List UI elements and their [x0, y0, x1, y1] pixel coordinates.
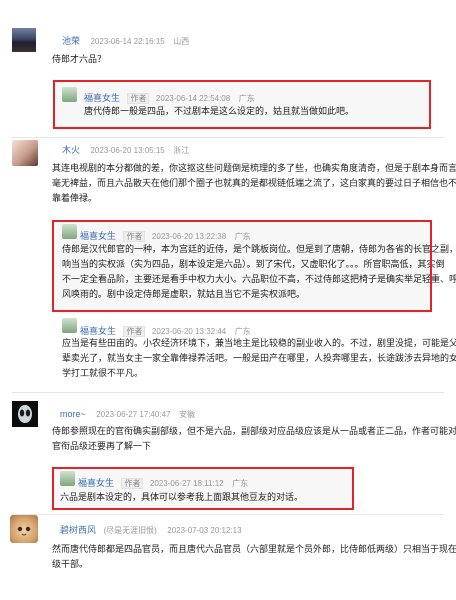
reply-text-line: 应当是有些田亩的。小农经济环境下，兼当地主是比较稳的副业收入的。不过，剧里没提，… — [62, 338, 456, 348]
comment-header: more~ 2023-06-27 17:40:47 安徽 — [60, 404, 195, 422]
comment-header: 碧树西风 (尽是无涯旧恨) 2023-07-03 20:12:13 — [60, 520, 242, 538]
avatar[interactable] — [12, 401, 38, 427]
cat-face-icon — [17, 526, 31, 536]
alien-head-icon — [18, 405, 32, 423]
comment-text-line: 毫无裨益，而且六品散天在他们那个圈子也就真的是都视链低端之流了，这白家真的要过日… — [52, 178, 456, 188]
avatar[interactable] — [12, 28, 36, 52]
avatar[interactable] — [62, 318, 77, 333]
comment-text-line: 级干部。 — [52, 559, 89, 569]
comment-header: 池荣 2023-06-14 22:16:15 山西 — [62, 31, 189, 49]
comment-user[interactable]: 池荣 — [62, 36, 80, 46]
comment-text-line: 侍郎参照现在的官衔确实副部级，但不是六品，副部级对应品级应该是从一品或者正二品，… — [52, 426, 456, 436]
comment-user[interactable]: 碧树西风 — [60, 525, 96, 535]
comment-location: 山西 — [173, 37, 190, 46]
avatar[interactable] — [12, 140, 38, 166]
reply-text-line: 学打工就很不平凡。 — [62, 368, 144, 378]
highlight-box — [53, 80, 431, 129]
avatar[interactable] — [10, 515, 38, 543]
comment-header: 木火 2023-06-20 13:05:15 浙江 — [62, 140, 189, 158]
comment-text-line: 官衔品级还要再了解一下 — [52, 441, 152, 451]
reply-time: 2023-06-20 13:32:44 — [151, 327, 227, 336]
comment-text-line: 其连电视剧的本分都做的差，你这抠这些问题倒是梳理的多了些，也确实角度清奇，但是于… — [52, 163, 456, 173]
comment-location: 安徽 — [178, 410, 195, 419]
comment-time: 2023-06-27 17:40:47 — [96, 410, 171, 419]
reply-text-line: 辈卖光了，就当女主一家全靠俸禄养活吧。一般是田产在哪里，人投奔哪里去，长途跋涉去… — [62, 353, 456, 363]
comment-time: 2023-07-03 20:12:13 — [167, 526, 242, 535]
comment-location: 浙江 — [173, 146, 190, 155]
comment-user[interactable]: 木火 — [62, 145, 80, 155]
highlight-box — [52, 467, 354, 510]
comment-text-line: 靠着俸禄。 — [52, 193, 98, 203]
comment-time: 2023-06-14 22:16:15 — [90, 37, 165, 46]
reply-location: 广东 — [234, 327, 251, 336]
comment-text-line: 然而唐代侍郎都是四品官员，而且唐代六品官员（六部里就是个员外郎，比侍郎低两级）只… — [52, 544, 456, 554]
highlight-box — [52, 220, 432, 312]
comment-user[interactable]: more~ — [60, 409, 86, 419]
comment-time: 2023-06-20 13:05:15 — [90, 146, 165, 155]
reply-user[interactable]: 福喜女生 — [80, 326, 116, 336]
comment-text: 侍郎才六品？ — [52, 54, 107, 64]
user-note: (尽是无涯旧恨) — [103, 526, 157, 535]
